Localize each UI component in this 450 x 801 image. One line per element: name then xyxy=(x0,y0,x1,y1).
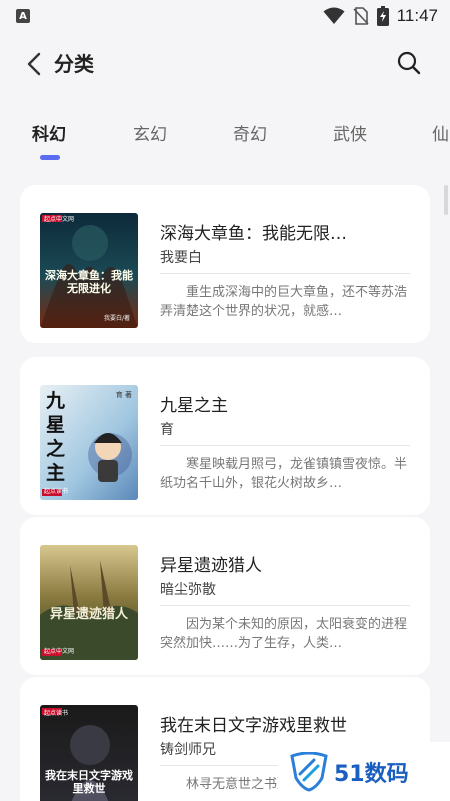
status-icons: 11:47 xyxy=(323,6,438,26)
book-author: 暗尘弥散 xyxy=(160,582,216,598)
cover-badge: 起点中文网 xyxy=(44,648,75,655)
cover-title-text: 我在末日文字游戏里救世 xyxy=(45,769,133,795)
back-button[interactable] xyxy=(22,50,46,78)
book-title: 九星之主 xyxy=(160,396,228,416)
watermark-text: 51数码 xyxy=(334,761,409,787)
cover-badge: 起点读书 xyxy=(44,488,69,495)
book-title: 我在末日文字游戏里救世 xyxy=(160,716,347,736)
status-bar: A 11:47 xyxy=(0,0,450,32)
book-author: 育 xyxy=(160,422,174,438)
wifi-icon xyxy=(323,7,345,24)
book-title: 深海大章鱼：我能无限… xyxy=(160,224,347,244)
tab-wuxia[interactable]: 武侠 xyxy=(333,120,367,145)
category-tabs: 科幻 玄幻 奇幻 武侠 仙 xyxy=(0,112,450,168)
battery-charging-icon xyxy=(376,6,389,26)
search-icon xyxy=(397,51,421,75)
cover-title-text: 九星之主 xyxy=(46,390,66,484)
cover-author: 育 著 xyxy=(115,391,132,399)
search-button[interactable] xyxy=(396,50,422,76)
book-author: 我要白 xyxy=(160,250,202,266)
book-description: 因为某个未知的原因，太阳衰变的进程突然加快……为了生存，人类… xyxy=(160,617,408,651)
cover-badge: 起点中文网 xyxy=(44,216,75,223)
app-header: 分类 xyxy=(0,36,450,92)
book-card[interactable]: 深海大章鱼：我能无限进化 起点中文网 我要白/著 深海大章鱼：我能无限… 我要白… xyxy=(20,185,430,343)
chevron-left-icon xyxy=(27,52,41,76)
book-cover: 我在末日文字游戏里救世 起点读书 xyxy=(40,705,138,801)
book-title: 异星遗迹猎人 xyxy=(160,556,262,576)
scrollbar[interactable] xyxy=(444,185,448,215)
tab-fantasy[interactable]: 奇幻 xyxy=(233,120,267,145)
tab-scifi[interactable]: 科幻 xyxy=(32,120,66,145)
cover-title-text: 异星遗迹猎人 xyxy=(49,607,128,622)
status-time: 11:47 xyxy=(396,6,438,25)
book-description: 重生成深海中的巨大章鱼，还不等苏浩弄清楚这个世界的状况，就感… xyxy=(160,285,408,319)
cover-title-text: 深海大章鱼：我能无限进化 xyxy=(45,269,133,295)
cover-author: 我要白/著 xyxy=(103,315,130,322)
watermark: 51数码 xyxy=(278,742,450,801)
cover-badge: 起点读书 xyxy=(44,710,69,717)
divider xyxy=(160,273,410,274)
book-description: 寒星映载月照弓，龙雀镇镇雪夜惊。半纸功名千山外，银花火树故乡… xyxy=(160,457,408,491)
book-cover: 九星之主 育 著 起点读书 xyxy=(40,385,138,500)
book-author: 铸剑师兄 xyxy=(160,742,216,758)
active-tab-indicator xyxy=(40,155,60,160)
book-cover: 异星遗迹猎人 起点中文网 xyxy=(40,545,138,660)
tab-xianxia[interactable]: 仙 xyxy=(432,120,449,145)
no-sim-icon xyxy=(353,7,369,25)
app-notification-icon: A xyxy=(16,9,30,23)
book-card[interactable]: 九星之主 育 著 起点读书 九星之主 育 寒星映载月照弓，龙雀镇镇雪夜惊。半纸功… xyxy=(20,357,430,515)
page-title: 分类 xyxy=(54,52,94,76)
tab-xuanhuan[interactable]: 玄幻 xyxy=(133,120,167,145)
book-cover: 深海大章鱼：我能无限进化 起点中文网 我要白/著 xyxy=(40,213,138,328)
shield-logo-icon xyxy=(290,751,328,792)
book-card[interactable]: 异星遗迹猎人 起点中文网 异星遗迹猎人 暗尘弥散 因为某个未知的原因，太阳衰变的… xyxy=(20,517,430,675)
divider xyxy=(160,605,410,606)
divider xyxy=(160,445,410,446)
